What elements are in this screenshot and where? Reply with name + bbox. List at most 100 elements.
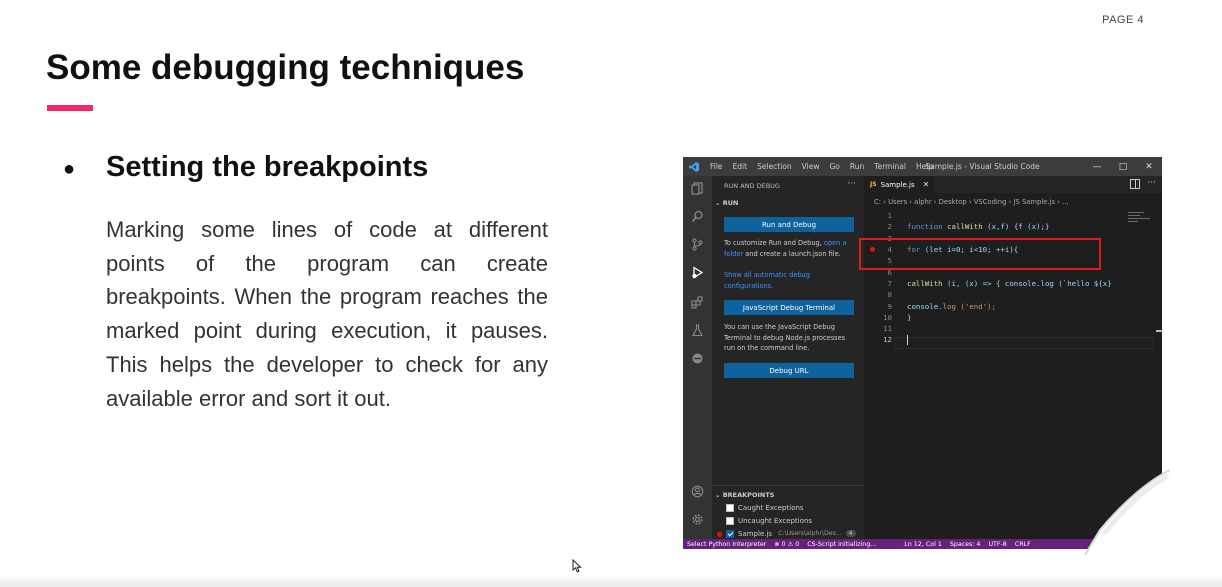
line-number: 12: [883, 335, 892, 345]
menu-selection[interactable]: Selection: [752, 162, 797, 171]
status-encoding[interactable]: UTF-8: [984, 541, 1010, 548]
breakpoint-line-badge: 4: [845, 530, 856, 537]
minimap-line: [1128, 212, 1144, 213]
explorer-icon[interactable]: [688, 179, 707, 198]
code-line: 8: [864, 289, 1134, 300]
run-debug-icon[interactable]: [688, 263, 707, 282]
maximize-icon[interactable]: □: [1110, 157, 1136, 176]
uncaught-exceptions-checkbox[interactable]: [726, 516, 734, 525]
line-number: 10: [883, 312, 892, 322]
bullet-icon: ●: [63, 158, 76, 180]
javascript-debug-terminal-button[interactable]: JavaScript Debug Terminal: [724, 300, 854, 315]
code-text: .log ('end');: [938, 301, 997, 311]
line-number: 11: [883, 324, 892, 334]
settings-gear-icon[interactable]: [688, 510, 707, 529]
account-icon[interactable]: [688, 482, 707, 501]
close-icon[interactable]: ✕: [1136, 157, 1162, 176]
more-actions-icon[interactable]: ···: [847, 179, 856, 189]
search-icon[interactable]: [688, 207, 707, 226]
testing-icon[interactable]: [688, 321, 707, 340]
status-problems[interactable]: ⊗ 0 ⚠ 0: [770, 541, 803, 548]
sample-breakpoint-checkbox[interactable]: [726, 529, 734, 538]
extensions-icon[interactable]: [688, 293, 707, 312]
breakpoint-file-path: C:\Users\alphr\Des...: [778, 530, 842, 537]
minimap[interactable]: [1124, 210, 1162, 510]
breadcrumb[interactable]: C: › Users › alphr › Desktop › VSCoding …: [874, 198, 1069, 206]
minimize-icon[interactable]: —: [1084, 157, 1110, 176]
code-variable: console: [907, 301, 939, 311]
tab-label: Sample.js: [880, 180, 915, 189]
code-line: 11: [864, 323, 1134, 334]
code-text: }: [907, 312, 912, 322]
status-cs-script[interactable]: CS-Script initializing...: [803, 541, 880, 548]
menu-help[interactable]: Help: [911, 162, 938, 171]
remote-icon[interactable]: [688, 349, 707, 368]
menu-run[interactable]: Run: [845, 162, 869, 171]
caught-exceptions-checkbox[interactable]: [726, 503, 734, 512]
menu-file[interactable]: File: [705, 162, 728, 171]
code-line: 2 function callWith (x,f) {f (x);}: [864, 221, 1134, 232]
uncaught-exceptions-label: Uncaught Exceptions: [738, 516, 813, 525]
terminal-description: You can use the JavaScript Debug Termina…: [724, 323, 846, 352]
line-number: 9: [887, 301, 892, 311]
source-control-icon[interactable]: [688, 235, 707, 254]
breakpoints-panel: ⌄ BREAKPOINTS Caught Exceptions Uncaught…: [712, 485, 864, 539]
code-function: callWith: [947, 222, 983, 232]
scrollbar-marker[interactable]: [1156, 330, 1162, 332]
mouse-pointer-icon: [572, 559, 582, 573]
line-number: 1: [887, 211, 892, 221]
menu-view[interactable]: View: [797, 162, 825, 171]
code-area[interactable]: 1 2 function callWith (x,f) {f (x);} 3 4…: [859, 210, 1154, 510]
code-line: 9 console.log ('end');: [864, 300, 1134, 311]
minimap-line: [1128, 218, 1150, 219]
js-file-icon: JS: [870, 181, 877, 188]
status-cursor-position[interactable]: Ln 12, Col 1: [900, 541, 946, 548]
status-python-interpreter[interactable]: Select Python Interpreter: [683, 541, 770, 548]
run-section-header[interactable]: ⌄ RUN: [715, 199, 738, 207]
run-and-debug-button[interactable]: Run and Debug: [724, 217, 854, 232]
page-number-label: PAGE 4: [1102, 14, 1144, 26]
minimap-line: [1128, 221, 1138, 222]
breakpoint-item-sample[interactable]: Sample.js C:\Users\alphr\Des... 4: [726, 528, 856, 539]
line-number: 2: [887, 222, 892, 232]
breakpoints-label: BREAKPOINTS: [722, 491, 775, 499]
breakpoint-item-caught[interactable]: Caught Exceptions: [726, 502, 804, 513]
slide-title: Some debugging techniques: [46, 48, 525, 87]
body-paragraph: Marking some lines of code at different …: [106, 217, 548, 411]
split-editor-icon[interactable]: [1130, 179, 1140, 189]
line-number: 7: [887, 278, 892, 288]
show-debug-configs-link[interactable]: Show all automatic debug configurations.: [724, 270, 856, 291]
status-eol[interactable]: CRLF: [1011, 541, 1035, 548]
sidebar-header: RUN AND DEBUG: [724, 182, 780, 190]
editor-tab-bar: JS Sample.js ✕ ···: [864, 176, 1162, 193]
code-line: 7 callWith (i, (x) => { console.log (`he…: [864, 278, 1134, 289]
menu-go[interactable]: Go: [824, 162, 844, 171]
status-indentation[interactable]: Spaces: 4: [946, 541, 985, 548]
chevron-down-icon: ⌄: [715, 491, 723, 499]
title-bar: File Edit Selection View Go Run Terminal…: [683, 157, 1162, 176]
breakpoints-header[interactable]: ⌄ BREAKPOINTS: [715, 491, 774, 499]
breakpoint-dot-icon: [717, 532, 722, 537]
code-line: 10 }: [864, 312, 1134, 323]
title-accent-bar: [47, 105, 93, 111]
customize-prefix: To customize Run and Debug,: [724, 239, 822, 247]
page-curl-decoration: [1084, 470, 1170, 555]
breakpoint-item-uncaught[interactable]: Uncaught Exceptions: [726, 515, 812, 526]
customize-suffix: and create a launch.json file.: [745, 249, 841, 258]
close-tab-icon[interactable]: ✕: [923, 180, 930, 189]
bottom-strip: [0, 575, 1222, 587]
breakpoint-highlight-box: [859, 238, 1101, 270]
code-text: (i, (x) => { console.log (`hello ${x}: [942, 278, 1112, 288]
menu-edit[interactable]: Edit: [728, 162, 753, 171]
chevron-down-icon: ⌄: [715, 199, 723, 207]
tab-sample-js[interactable]: JS Sample.js ✕: [864, 176, 934, 193]
run-debug-sidebar: RUN AND DEBUG ··· ⌄ RUN Run and Debug To…: [712, 176, 864, 539]
more-actions-icon[interactable]: ···: [1147, 178, 1156, 188]
debug-url-button[interactable]: Debug URL: [724, 363, 854, 378]
menu-terminal[interactable]: Terminal: [869, 162, 911, 171]
code-text: (x,f) {f (x);}: [982, 222, 1050, 232]
run-section-label: RUN: [722, 199, 739, 207]
vscode-logo-icon: [683, 157, 705, 176]
code-line: 12: [864, 334, 1134, 345]
caught-exceptions-label: Caught Exceptions: [738, 503, 804, 512]
